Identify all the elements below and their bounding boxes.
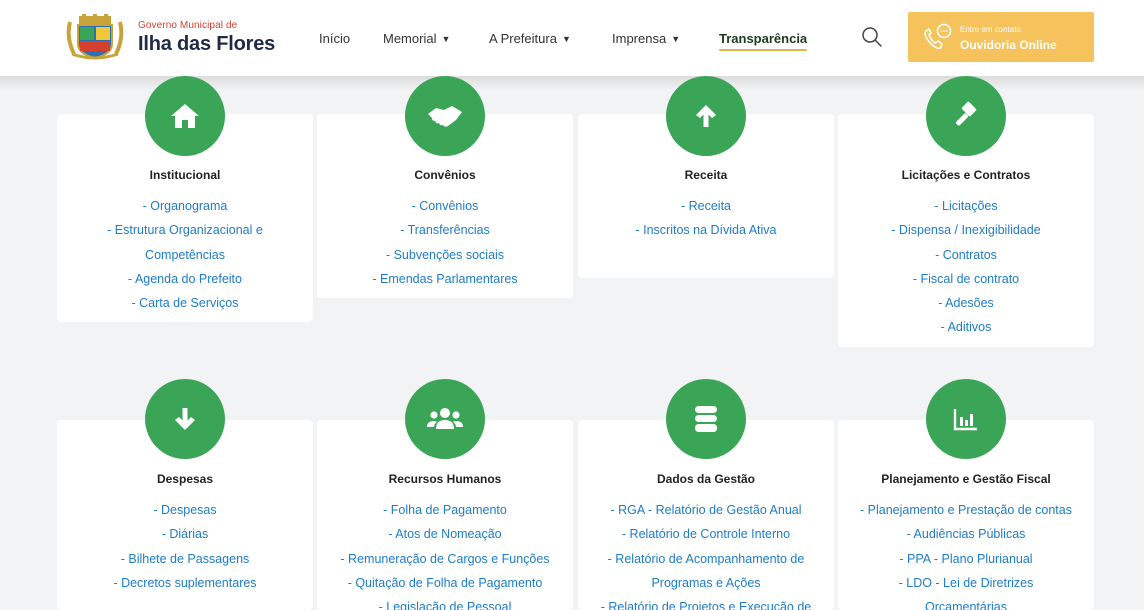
users-icon[interactable] xyxy=(405,379,485,459)
link-orcamentarias[interactable]: Orçamentárias xyxy=(838,595,1094,610)
card-link-list: - Organograma - Estrutura Organizacional… xyxy=(57,194,313,315)
card-link-list: - RGA - Relatório de Gestão Anual - Rela… xyxy=(578,498,834,610)
nav-label: Transparência xyxy=(719,31,808,46)
link-quitacao-folha[interactable]: - Quitação de Folha de Pagamento xyxy=(317,571,573,595)
caret-down-icon: ▼ xyxy=(561,34,571,44)
nav-label: Imprensa xyxy=(612,31,667,46)
nav-label: A Prefeitura xyxy=(489,31,557,46)
site-logo[interactable]: Governo Municipal de Ilha das Flores xyxy=(64,14,275,60)
phone-chat-icon xyxy=(922,23,952,51)
card-link-list: - Despesas - Diárias - Bilhete de Passag… xyxy=(57,498,313,595)
link-aditivos[interactable]: - Aditivos xyxy=(838,315,1094,339)
link-despesas[interactable]: - Despesas xyxy=(57,498,313,522)
card-title: Licitações e Contratos xyxy=(901,168,1031,182)
caret-down-icon: ▼ xyxy=(441,34,451,44)
link-atos-nomeacao[interactable]: - Atos de Nomeação xyxy=(317,522,573,546)
link-organograma[interactable]: - Organograma xyxy=(57,194,313,218)
link-estrutura-organizacional[interactable]: - Estrutura Organizacional e xyxy=(57,218,313,242)
nav-a-prefeitura[interactable]: A Prefeitura ▼ xyxy=(489,31,571,46)
logo-title: Ilha das Flores xyxy=(138,32,276,55)
ouvidoria-button[interactable]: Entre em contato Ouvidoria Online xyxy=(908,12,1094,62)
nav-label: Memorial xyxy=(383,31,437,46)
link-decretos-suplementares[interactable]: - Decretos suplementares xyxy=(57,571,313,595)
handshake-icon[interactable] xyxy=(405,76,485,156)
site-header: Governo Municipal de Ilha das Flores Iní… xyxy=(0,0,1144,76)
nav-transparencia[interactable]: Transparência xyxy=(719,31,808,51)
card-title: Recursos Humanos xyxy=(388,472,502,486)
link-divida-ativa[interactable]: - Inscritos na Dívida Ativa xyxy=(578,218,834,242)
link-carta-servicos[interactable]: - Carta de Serviços xyxy=(57,291,313,315)
card-link-list: - Convênios - Transferências - Subvençõe… xyxy=(317,194,573,291)
card-link-list: - Folha de Pagamento - Atos de Nomeação … xyxy=(317,498,573,610)
link-controle-interno[interactable]: - Relatório de Controle Interno xyxy=(578,522,834,546)
card-title: Dados da Gestão xyxy=(656,472,756,486)
chart-icon[interactable] xyxy=(926,379,1006,459)
link-emendas-parlamentares[interactable]: - Emendas Parlamentares xyxy=(317,267,573,291)
link-fiscal-contrato[interactable]: - Fiscal de contrato xyxy=(838,267,1094,291)
link-transferencias[interactable]: - Transferências xyxy=(317,218,573,242)
link-licitacoes[interactable]: - Licitações xyxy=(838,194,1094,218)
link-legislacao-pessoal[interactable]: - Legislação de Pessoal xyxy=(317,595,573,610)
link-diarias[interactable]: - Diárias xyxy=(57,522,313,546)
card-title: Planejamento e Gestão Fiscal xyxy=(881,472,1051,486)
link-subvencoes-sociais[interactable]: - Subvenções sociais xyxy=(317,243,573,267)
link-agenda-prefeito[interactable]: - Agenda do Prefeito xyxy=(57,267,313,291)
link-programas-acoes[interactable]: Programas e Ações xyxy=(578,571,834,595)
card-title: Institucional xyxy=(149,168,221,182)
link-convenios[interactable]: - Convênios xyxy=(317,194,573,218)
municipal-crest-icon xyxy=(64,14,126,60)
nav-memorial[interactable]: Memorial ▼ xyxy=(383,31,450,46)
home-icon[interactable] xyxy=(145,76,225,156)
database-icon[interactable] xyxy=(666,379,746,459)
nav-imprensa[interactable]: Imprensa ▼ xyxy=(612,31,680,46)
link-audiencias-publicas[interactable]: - Audiências Públicas xyxy=(838,522,1094,546)
card-title: Despesas xyxy=(156,472,214,486)
link-acompanhamento-programas[interactable]: - Relatório de Acompanhamento de xyxy=(578,547,834,571)
link-remuneracao-cargos[interactable]: - Remuneração de Cargos e Funções xyxy=(317,547,573,571)
link-planejamento-prestacao[interactable]: - Planejamento e Prestação de contas xyxy=(838,498,1094,522)
card-link-list: - Licitações - Dispensa / Inexigibilidad… xyxy=(838,194,1094,340)
contact-subtitle: Entre em contato xyxy=(960,25,1021,34)
arrow-down-icon[interactable] xyxy=(145,379,225,459)
nav-inicio[interactable]: Início xyxy=(319,31,350,46)
link-competencias[interactable]: Competências xyxy=(57,243,313,267)
card-link-list: - Planejamento e Prestação de contas - A… xyxy=(838,498,1094,610)
link-projetos-execucao[interactable]: - Relatório de Projetos e Execução de xyxy=(578,595,834,610)
link-bilhete-passagens[interactable]: - Bilhete de Passagens xyxy=(57,547,313,571)
link-ldo[interactable]: - LDO - Lei de Diretrizes xyxy=(838,571,1094,595)
link-ppa[interactable]: - PPA - Plano Plurianual xyxy=(838,547,1094,571)
arrow-up-icon[interactable] xyxy=(666,76,746,156)
contact-title: Ouvidoria Online xyxy=(960,38,1057,52)
caret-down-icon: ▼ xyxy=(671,34,681,44)
nav-label: Início xyxy=(319,31,351,46)
link-rga[interactable]: - RGA - Relatório de Gestão Anual xyxy=(578,498,834,522)
search-icon[interactable] xyxy=(861,26,883,48)
card-title: Convênios xyxy=(414,168,476,182)
link-folha-pagamento[interactable]: - Folha de Pagamento xyxy=(317,498,573,522)
link-contratos[interactable]: - Contratos xyxy=(838,243,1094,267)
link-dispensa[interactable]: - Dispensa / Inexigibilidade xyxy=(838,218,1094,242)
gavel-icon[interactable] xyxy=(926,76,1006,156)
card-link-list: - Receita - Inscritos na Dívida Ativa xyxy=(578,194,834,243)
card-title: Receita xyxy=(684,168,728,182)
logo-subtitle: Governo Municipal de xyxy=(138,19,238,31)
link-receita[interactable]: - Receita xyxy=(578,194,834,218)
link-adesoes[interactable]: - Adesões xyxy=(838,291,1094,315)
